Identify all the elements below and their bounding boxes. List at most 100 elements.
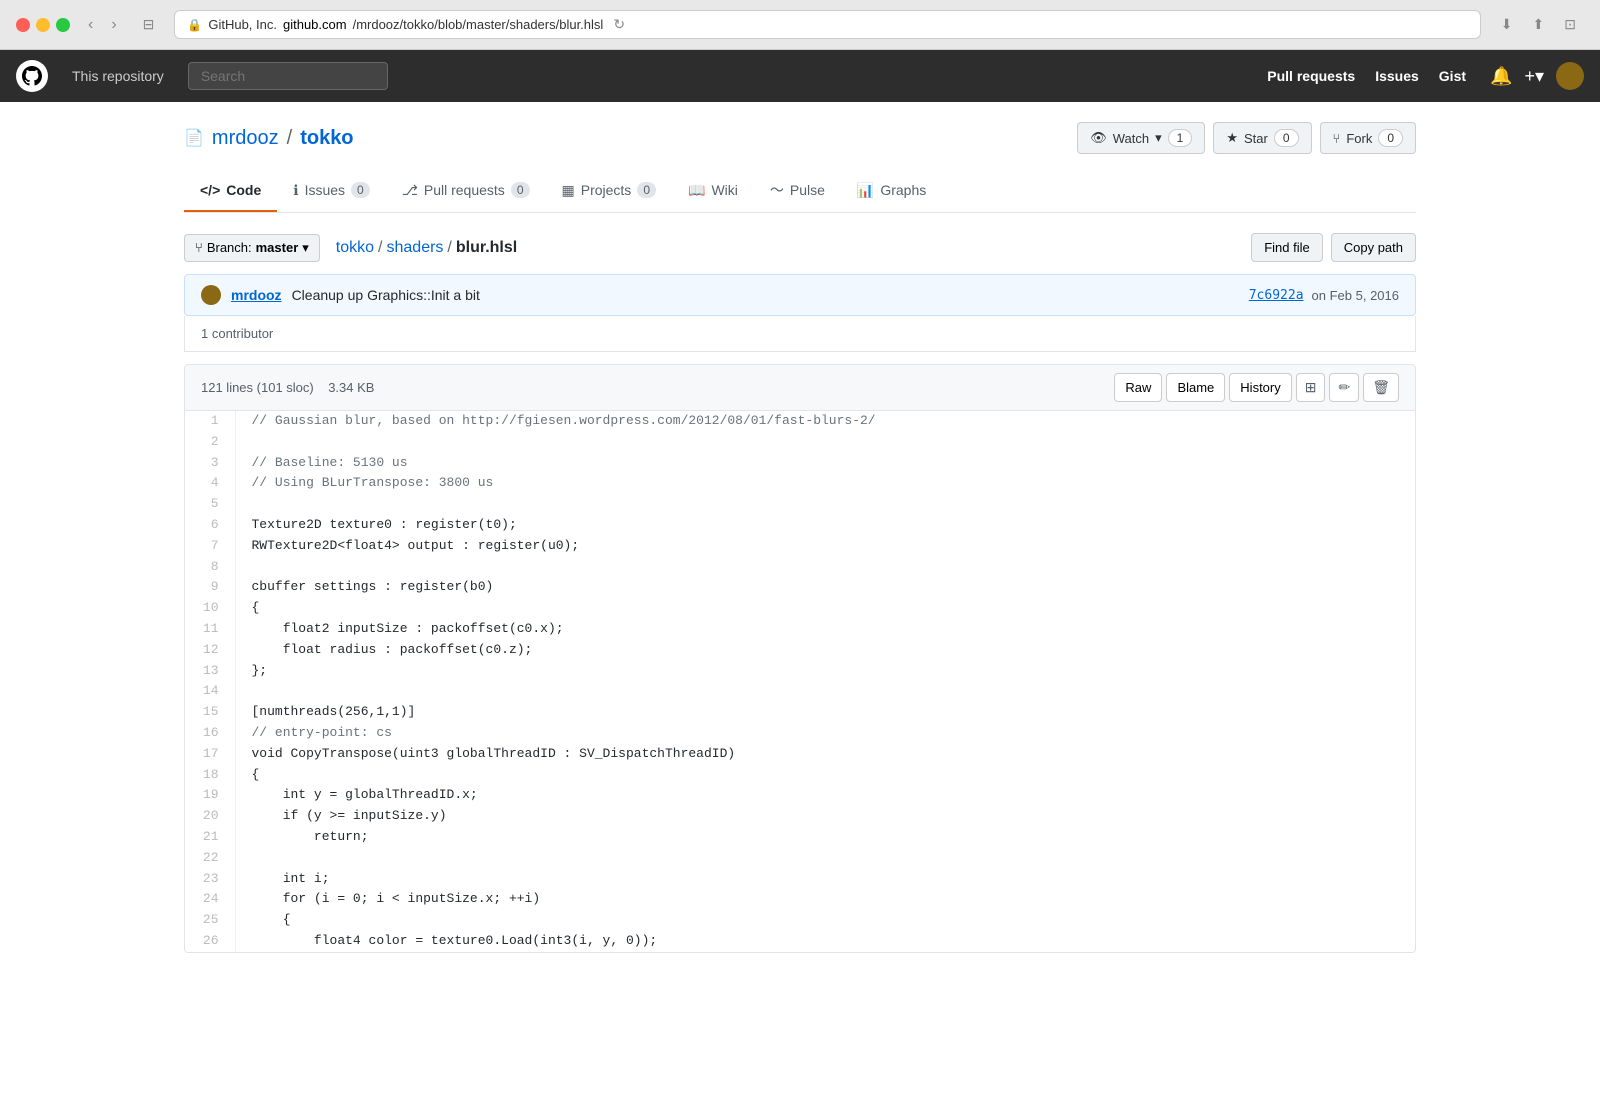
line-number[interactable]: 15 <box>185 702 235 723</box>
line-number[interactable]: 12 <box>185 640 235 661</box>
breadcrumb-dir[interactable]: shaders <box>387 239 444 257</box>
reader-button[interactable]: ⊟ <box>135 14 163 35</box>
eye-icon: 👁 <box>1090 130 1107 146</box>
github-logo[interactable] <box>16 60 48 92</box>
line-number[interactable]: 13 <box>185 661 235 682</box>
line-number[interactable]: 3 <box>185 453 235 474</box>
file-path-actions: Find file Copy path <box>1251 233 1416 262</box>
share-button[interactable]: ⬆ <box>1525 14 1553 35</box>
commit-author[interactable]: mrdooz <box>231 287 282 303</box>
table-row: 9cbuffer settings : register(b0) <box>185 577 1415 598</box>
tab-wiki[interactable]: 📖 Wiki <box>672 170 754 212</box>
line-number[interactable]: 22 <box>185 848 235 869</box>
line-number[interactable]: 11 <box>185 619 235 640</box>
search-input[interactable] <box>188 62 388 90</box>
back-button[interactable]: ‹ <box>82 14 99 36</box>
table-row: 24 for (i = 0; i < inputSize.x; ++i) <box>185 889 1415 910</box>
commit-sha[interactable]: 7c6922a <box>1249 288 1304 303</box>
line-number[interactable]: 25 <box>185 910 235 931</box>
table-row: 16// entry-point: cs <box>185 723 1415 744</box>
tab-projects[interactable]: ▦ Projects 0 <box>546 170 673 212</box>
tabs-button[interactable]: ⊡ <box>1556 14 1584 35</box>
history-button[interactable]: History <box>1229 373 1291 402</box>
tab-code[interactable]: </> Code <box>184 170 277 212</box>
issues-icon: ℹ <box>293 182 298 199</box>
nav-pull-requests[interactable]: Pull requests <box>1267 68 1355 84</box>
repo-name-link[interactable]: tokko <box>300 127 353 150</box>
star-button[interactable]: ★ Star 0 <box>1213 122 1311 154</box>
code-header: 121 lines (101 sloc) 3.34 KB Raw Blame H… <box>185 365 1415 411</box>
wiki-icon: 📖 <box>688 182 705 199</box>
edit-button[interactable]: ✏ <box>1329 373 1359 402</box>
table-row: 8 <box>185 557 1415 578</box>
table-row: 11 float2 inputSize : packoffset(c0.x); <box>185 619 1415 640</box>
nav-gist[interactable]: Gist <box>1439 68 1466 84</box>
line-number[interactable]: 23 <box>185 869 235 890</box>
line-code: // Using BLurTranspose: 3800 us <box>235 473 1415 494</box>
table-row: 12 float radius : packoffset(c0.z); <box>185 640 1415 661</box>
table-row: 6Texture2D texture0 : register(t0); <box>185 515 1415 536</box>
line-number[interactable]: 1 <box>185 411 235 432</box>
fork-button[interactable]: ⑂ Fork 0 <box>1320 122 1417 154</box>
commit-info: mrdooz Cleanup up Graphics::Init a bit <box>201 285 480 305</box>
user-avatar[interactable] <box>1556 62 1584 90</box>
line-number[interactable]: 10 <box>185 598 235 619</box>
blame-button[interactable]: Blame <box>1166 373 1225 402</box>
line-number[interactable]: 19 <box>185 785 235 806</box>
watch-button[interactable]: 👁 Watch ▾ 1 <box>1077 122 1205 154</box>
find-file-button[interactable]: Find file <box>1251 233 1323 262</box>
dot-maximize[interactable] <box>56 18 70 32</box>
code-container: 121 lines (101 sloc) 3.34 KB Raw Blame H… <box>184 364 1416 953</box>
projects-icon: ▦ <box>562 182 575 199</box>
code-info: 121 lines (101 sloc) 3.34 KB <box>201 380 374 395</box>
tab-graphs-label: Graphs <box>880 182 926 198</box>
delete-button[interactable]: 🗑 <box>1363 373 1399 402</box>
table-row: 22 <box>185 848 1415 869</box>
display-toggle[interactable]: ⊞ <box>1296 373 1326 402</box>
star-icon: ★ <box>1226 130 1238 146</box>
line-code: int i; <box>235 869 1415 890</box>
github-header: This repository Pull requests Issues Gis… <box>0 50 1600 102</box>
breadcrumb-repo[interactable]: tokko <box>336 239 374 257</box>
raw-button[interactable]: Raw <box>1114 373 1162 402</box>
line-number[interactable]: 21 <box>185 827 235 848</box>
line-number[interactable]: 20 <box>185 806 235 827</box>
line-number[interactable]: 5 <box>185 494 235 515</box>
plus-menu[interactable]: +▾ <box>1524 66 1544 87</box>
dot-minimize[interactable] <box>36 18 50 32</box>
tab-pull-requests[interactable]: ⎇ Pull requests 0 <box>386 170 546 212</box>
forward-button[interactable]: › <box>105 14 122 36</box>
tab-graphs[interactable]: 📊 Graphs <box>841 170 942 212</box>
line-number[interactable]: 2 <box>185 432 235 453</box>
notifications-icon[interactable]: 🔔 <box>1490 66 1512 87</box>
tab-pulse[interactable]: 〜 Pulse <box>754 170 841 212</box>
download-button[interactable]: ⬇ <box>1493 14 1521 35</box>
file-path-bar: ⑂ Branch: master ▾ tokko / shaders / blu… <box>184 233 1416 262</box>
table-row: 20 if (y >= inputSize.y) <box>185 806 1415 827</box>
copy-path-button[interactable]: Copy path <box>1331 233 1416 262</box>
line-number[interactable]: 18 <box>185 765 235 786</box>
refresh-button[interactable]: ↻ <box>613 16 625 33</box>
commit-message: Cleanup up Graphics::Init a bit <box>292 287 480 303</box>
nav-issues[interactable]: Issues <box>1375 68 1419 84</box>
commit-bar: mrdooz Cleanup up Graphics::Init a bit 7… <box>184 274 1416 316</box>
line-number[interactable]: 7 <box>185 536 235 557</box>
line-number[interactable]: 24 <box>185 889 235 910</box>
line-number[interactable]: 8 <box>185 557 235 578</box>
line-number[interactable]: 9 <box>185 577 235 598</box>
tab-issues[interactable]: ℹ Issues 0 <box>277 170 385 212</box>
line-number[interactable]: 4 <box>185 473 235 494</box>
address-bar[interactable]: 🔒 GitHub, Inc. github.com /mrdooz/tokko/… <box>174 10 1480 39</box>
contributor-count: 1 contributor <box>201 326 273 341</box>
line-number[interactable]: 16 <box>185 723 235 744</box>
line-number[interactable]: 17 <box>185 744 235 765</box>
watch-count: 1 <box>1168 129 1193 147</box>
dot-close[interactable] <box>16 18 30 32</box>
line-number[interactable]: 26 <box>185 931 235 952</box>
breadcrumb-file: blur.hlsl <box>456 239 517 257</box>
line-number[interactable]: 14 <box>185 681 235 702</box>
code-actions: Raw Blame History ⊞ ✏ 🗑 <box>1114 373 1399 402</box>
branch-selector[interactable]: ⑂ Branch: master ▾ <box>184 234 320 262</box>
repo-owner-link[interactable]: mrdooz <box>212 127 279 150</box>
line-number[interactable]: 6 <box>185 515 235 536</box>
